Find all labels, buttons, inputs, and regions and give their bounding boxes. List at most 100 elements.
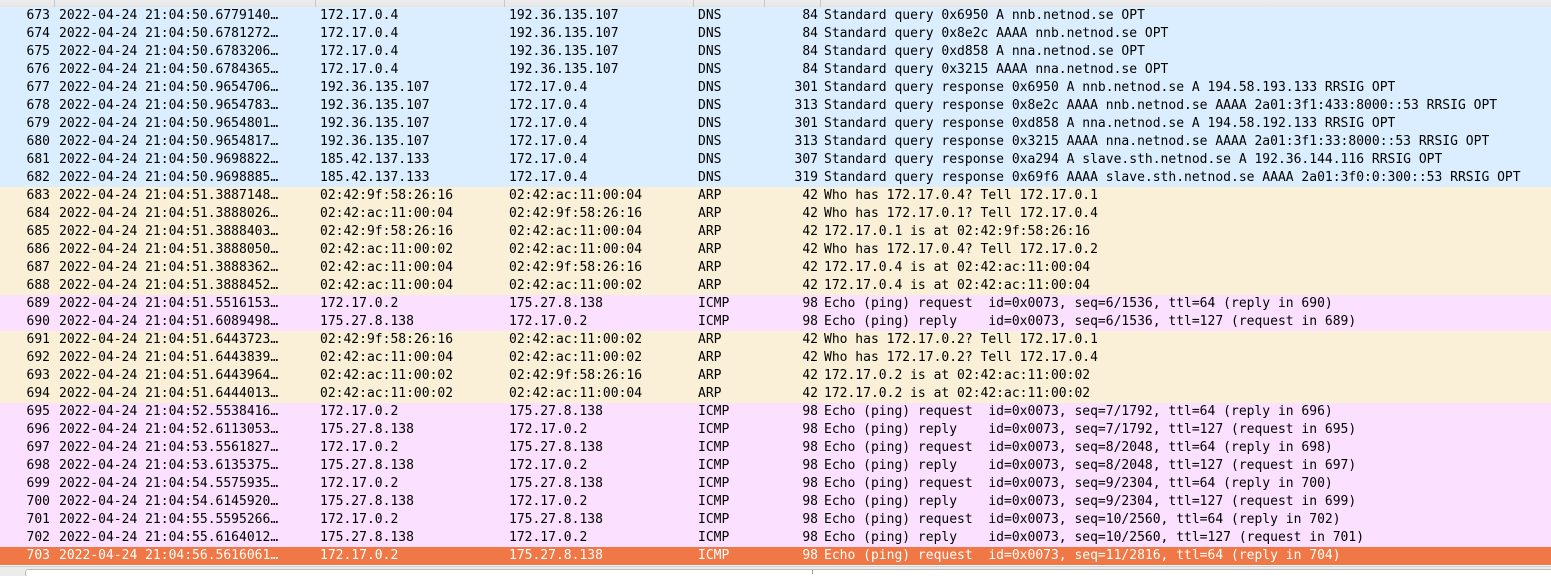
packet-source: 175.27.8.138 (320, 422, 414, 437)
table-row[interactable]: 693 2022-04-24 21:04:51.6443964… 02:42:ac:… (0, 367, 1551, 385)
packet-length: 42 (802, 188, 818, 203)
column-header-destination[interactable] (505, 0, 694, 7)
packet-destination: 172.17.0.4 (509, 98, 588, 113)
packet-list[interactable]: 673 2022-04-24 21:04:50.6779140… 172.17.0.… (0, 0, 1551, 576)
column-header-length[interactable] (765, 0, 821, 7)
packet-time: 2022-04-24 21:04:51.3888050… (59, 242, 279, 257)
packet-source: 02:42:ac:11:00:04 (320, 350, 454, 365)
packet-time: 2022-04-24 21:04:51.3888026… (59, 206, 279, 221)
packet-destination: 172.17.0.4 (509, 134, 588, 149)
packet-length: 84 (802, 8, 818, 23)
packet-number: 686 (26, 242, 50, 257)
table-row[interactable]: 673 2022-04-24 21:04:50.6779140… 172.17.0.… (0, 7, 1551, 25)
packet-source: 02:42:ac:11:00:02 (320, 368, 454, 383)
packet-length: 42 (802, 332, 818, 347)
packet-destination: 175.27.8.138 (509, 296, 603, 311)
table-row[interactable]: 686 2022-04-24 21:04:51.3888050… 02:42:ac:… (0, 241, 1551, 259)
packet-length: 84 (802, 44, 818, 59)
table-row[interactable]: 694 2022-04-24 21:04:51.6444013… 02:42:ac:… (0, 385, 1551, 403)
packet-source: 02:42:ac:11:00:02 (320, 386, 454, 401)
packet-number: 678 (26, 98, 50, 113)
packet-time: 2022-04-24 21:04:54.5575935… (59, 476, 279, 491)
table-row[interactable]: 680 2022-04-24 21:04:50.9654817… 192.36.13… (0, 133, 1551, 151)
table-row[interactable]: 676 2022-04-24 21:04:50.6784365… 172.17.0.… (0, 61, 1551, 79)
column-header-info[interactable] (821, 0, 1550, 7)
packet-time: 2022-04-24 21:04:56.5616061… (59, 548, 279, 563)
table-row[interactable]: 699 2022-04-24 21:04:54.5575935… 172.17.0.… (0, 475, 1551, 493)
table-row[interactable]: 692 2022-04-24 21:04:51.6443839… 02:42:ac:… (0, 349, 1551, 367)
column-header-source[interactable] (316, 0, 505, 7)
table-row[interactable]: 695 2022-04-24 21:04:52.5538416… 172.17.0.… (0, 403, 1551, 421)
table-row[interactable]: 681 2022-04-24 21:04:50.9698822… 185.42.13… (0, 151, 1551, 169)
table-row[interactable]: 679 2022-04-24 21:04:50.9654801… 192.36.13… (0, 115, 1551, 133)
packet-source: 172.17.0.4 (320, 44, 399, 59)
table-row[interactable]: 685 2022-04-24 21:04:51.3888403… 02:42:9f:… (0, 223, 1551, 241)
packet-length: 42 (802, 368, 818, 383)
packet-destination: 172.17.0.2 (509, 422, 588, 437)
packet-number: 674 (26, 26, 50, 41)
table-row[interactable]: 701 2022-04-24 21:04:55.5595266… 172.17.0.… (0, 511, 1551, 529)
table-row[interactable]: 677 2022-04-24 21:04:50.9654706… 192.36.13… (0, 79, 1551, 97)
table-row[interactable]: 688 2022-04-24 21:04:51.3888452… 02:42:ac:… (0, 277, 1551, 295)
packet-protocol: DNS (698, 80, 722, 95)
packet-length: 42 (802, 206, 818, 221)
packet-protocol: ARP (698, 350, 722, 365)
packet-destination: 02:42:9f:58:26:16 (509, 206, 643, 221)
packet-protocol: ARP (698, 206, 722, 221)
packet-time: 2022-04-24 21:04:50.6784365… (59, 62, 279, 77)
packet-length: 98 (802, 476, 818, 491)
column-header-protocol[interactable] (694, 0, 765, 7)
packet-length: 98 (802, 440, 818, 455)
packet-time: 2022-04-24 21:04:54.6145920… (59, 494, 279, 509)
packet-number: 689 (26, 296, 50, 311)
packet-info: Who has 172.17.0.1? Tell 172.17.0.4 (824, 206, 1098, 221)
packet-info: Standard query 0x6950 A nnb.netnod.se OP… (824, 8, 1145, 23)
packet-protocol: DNS (698, 152, 722, 167)
table-row[interactable]: 675 2022-04-24 21:04:50.6783206… 172.17.0.… (0, 43, 1551, 61)
packet-time: 2022-04-24 21:04:51.6443839… (59, 350, 279, 365)
packet-info: Who has 172.17.0.2? Tell 172.17.0.4 (824, 350, 1098, 365)
packet-info: Standard query response 0x3215 AAAA nna.… (824, 134, 1490, 149)
table-row[interactable]: 698 2022-04-24 21:04:53.6135375… 175.27.8.… (0, 457, 1551, 475)
table-row[interactable]: 691 2022-04-24 21:04:51.6443723… 02:42:9f:… (0, 331, 1551, 349)
packet-source: 175.27.8.138 (320, 314, 414, 329)
packet-source: 172.17.0.2 (320, 296, 399, 311)
packet-info: Standard query 0x3215 AAAA nna.netnod.se… (824, 62, 1169, 77)
table-row[interactable]: 696 2022-04-24 21:04:52.6113053… 175.27.8.… (0, 421, 1551, 439)
packet-number: 692 (26, 350, 50, 365)
packet-time: 2022-04-24 21:04:51.3887148… (59, 188, 279, 203)
table-row[interactable]: 697 2022-04-24 21:04:53.5561827… 172.17.0.… (0, 439, 1551, 457)
table-row[interactable]: 682 2022-04-24 21:04:50.9698885… 185.42.13… (0, 169, 1551, 187)
packet-length: 98 (802, 296, 818, 311)
packet-info: Standard query response 0xa294 A slave.s… (824, 152, 1443, 167)
scrollbar-thumb[interactable] (25, 569, 1551, 576)
packet-info: Standard query response 0x8e2c AAAA nnb.… (824, 98, 1498, 113)
packet-protocol: ICMP (698, 404, 730, 419)
packet-number: 699 (26, 476, 50, 491)
horizontal-scrollbar[interactable] (0, 566, 1551, 576)
packet-destination: 175.27.8.138 (509, 440, 603, 455)
packet-length: 42 (802, 242, 818, 257)
table-row-selected[interactable]: 703 2022-04-24 21:04:56.5616061… 172.17.0.… (0, 547, 1551, 565)
packet-length: 42 (802, 278, 818, 293)
table-row[interactable]: 687 2022-04-24 21:04:51.3888362… 02:42:ac:… (0, 259, 1551, 277)
table-row[interactable]: 674 2022-04-24 21:04:50.6781272… 172.17.0.… (0, 25, 1551, 43)
column-header-time[interactable] (55, 0, 316, 7)
packet-source: 172.17.0.2 (320, 440, 399, 455)
packet-source: 172.17.0.4 (320, 26, 399, 41)
table-row[interactable]: 690 2022-04-24 21:04:51.6089498… 175.27.8.… (0, 313, 1551, 331)
packet-info: Echo (ping) request id=0x0073, seq=10/25… (824, 512, 1341, 527)
table-row[interactable]: 702 2022-04-24 21:04:55.6164012… 175.27.8.… (0, 529, 1551, 547)
packet-source: 192.36.135.107 (320, 116, 430, 131)
table-row[interactable]: 678 2022-04-24 21:04:50.9654783… 192.36.13… (0, 97, 1551, 115)
packet-time: 2022-04-24 21:04:52.5538416… (59, 404, 279, 419)
packet-protocol: ARP (698, 332, 722, 347)
table-row[interactable]: 700 2022-04-24 21:04:54.6145920… 175.27.8.… (0, 493, 1551, 511)
packet-info: Who has 172.17.0.4? Tell 172.17.0.1 (824, 188, 1098, 203)
table-row[interactable]: 683 2022-04-24 21:04:51.3887148… 02:42:9f:… (0, 187, 1551, 205)
column-header-no[interactable] (0, 0, 55, 7)
table-row[interactable]: 689 2022-04-24 21:04:51.5516153… 172.17.0.… (0, 295, 1551, 313)
table-row[interactable]: 684 2022-04-24 21:04:51.3888026… 02:42:ac:… (0, 205, 1551, 223)
packet-time: 2022-04-24 21:04:51.5516153… (59, 296, 279, 311)
packet-source: 02:42:9f:58:26:16 (320, 188, 454, 203)
